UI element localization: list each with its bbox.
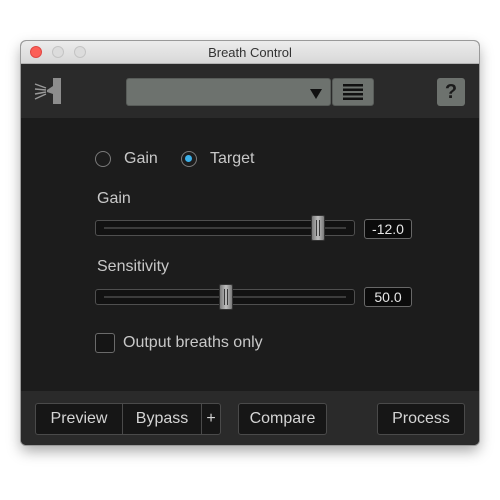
compare-button[interactable]: Compare [238,403,327,435]
bypass-plus-button[interactable]: + [201,403,221,435]
sensitivity-slider-thumb[interactable] [219,284,233,310]
process-button[interactable]: Process [377,403,465,435]
title-bar: Breath Control [21,41,479,64]
gain-slider-thumb[interactable] [311,215,325,241]
checkbox-box[interactable] [95,333,115,353]
radio-gain-circle [95,151,111,167]
radio-gain-label: Gain [124,150,158,167]
chevron-down-icon [310,89,322,99]
preview-button[interactable]: Preview [35,403,123,435]
sensitivity-slider[interactable] [95,284,355,310]
top-toolbar: ? [21,64,479,118]
sensitivity-label: Sensitivity [97,258,170,275]
sensitivity-value-field[interactable]: 50.0 [364,287,412,307]
gain-value-field[interactable]: -12.0 [364,219,412,239]
plugin-window: Breath Control ? Gain Target Gain -12.0 … [21,41,479,445]
bottom-button-bar: Preview Bypass + Compare Process [21,391,479,445]
preset-menu-button[interactable] [332,78,374,106]
bypass-button[interactable]: Bypass [122,403,202,435]
help-button[interactable]: ? [437,78,465,106]
checkbox-label: Output breaths only [123,334,263,351]
preset-dropdown[interactable] [126,78,331,106]
list-menu-icon [343,84,363,100]
radio-target-circle [181,151,197,167]
gain-slider-line [104,227,346,229]
window-title: Breath Control [208,45,292,60]
radio-selected-dot [185,155,192,162]
gain-label: Gain [97,190,131,207]
radio-target-label: Target [210,150,255,167]
breath-control-icon [34,78,61,104]
gain-slider[interactable] [95,215,355,241]
